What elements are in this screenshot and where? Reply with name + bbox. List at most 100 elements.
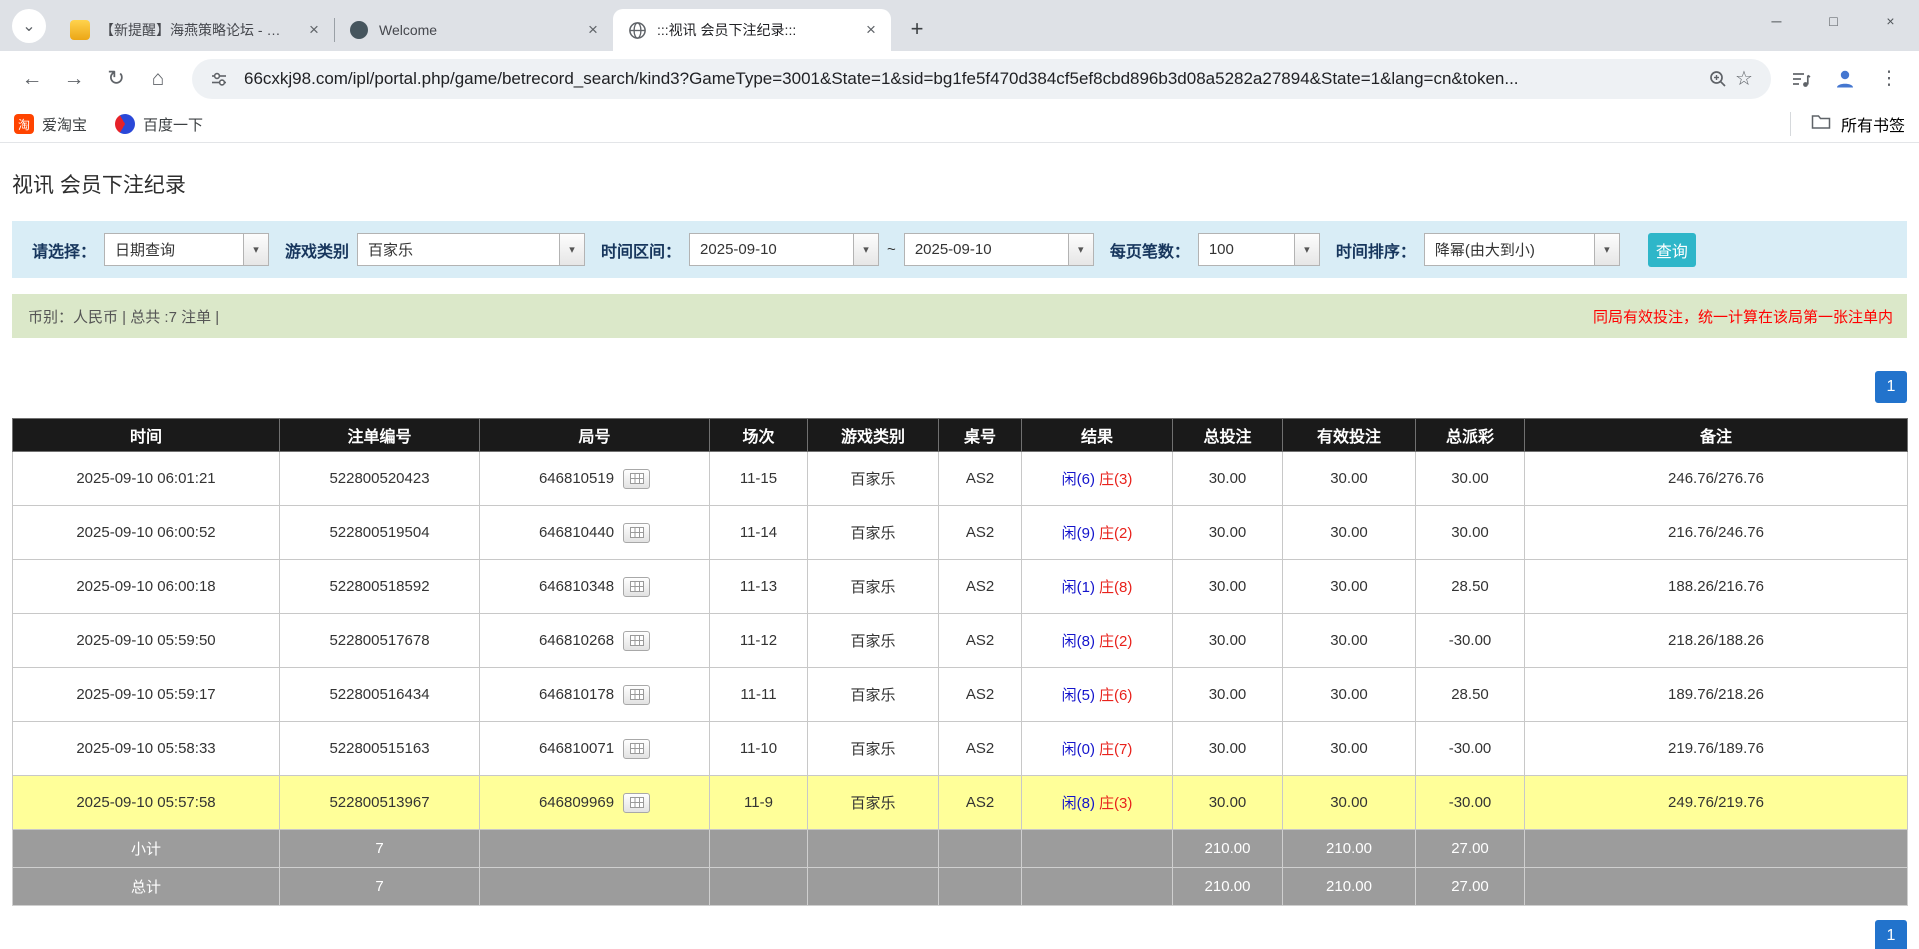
bet-records-table: 时间 注单编号 局号 场次 游戏类别 桌号 结果 总投注 有效投注 总派彩 备注…	[12, 418, 1908, 906]
browser-menu-icon[interactable]: ⋮	[1871, 61, 1907, 97]
subtotal-valid-bet: 210.00	[1283, 830, 1416, 868]
game-category-select[interactable]: 百家乐 ▾	[357, 233, 585, 266]
summary-bar: 币别：人民币 | 总共 :7 注单 | 同局有效投注，统一计算在该局第一张注单内	[12, 294, 1907, 338]
cell-result: 闲(9)庄(2)	[1022, 506, 1173, 560]
bookmark-star-icon[interactable]: ☆	[1731, 66, 1757, 91]
pagination-bottom: 1	[12, 920, 1907, 949]
cell-session: 11-9	[710, 776, 808, 830]
cell-payout: -30.00	[1416, 776, 1525, 830]
media-controls-icon[interactable]	[1783, 61, 1819, 97]
cell-valid-bet: 30.00	[1283, 452, 1416, 506]
tab-bet-records-active[interactable]: :::视讯 会员下注纪录::: ×	[613, 9, 891, 51]
round-detail-icon[interactable]	[623, 577, 650, 597]
cell-valid-bet: 30.00	[1283, 560, 1416, 614]
cell-valid-bet: 30.00	[1283, 668, 1416, 722]
round-detail-icon[interactable]	[623, 631, 650, 651]
tab-search-button[interactable]: ⌄	[12, 9, 46, 43]
subtotal-label: 小计	[13, 830, 280, 868]
game-category-label: 游戏类别	[285, 238, 349, 262]
header-payout: 总派彩	[1416, 419, 1525, 452]
cell-payout: -30.00	[1416, 614, 1525, 668]
cell-time: 2025-09-10 05:59:50	[13, 614, 280, 668]
result-player: 闲(1)	[1062, 579, 1095, 596]
cell-table-number: AS2	[939, 722, 1022, 776]
date-from-select[interactable]: 2025-09-10 ▾	[689, 233, 879, 266]
header-total-bet: 总投注	[1173, 419, 1283, 452]
round-detail-icon[interactable]	[623, 739, 650, 759]
bet-row: 2025-09-10 05:57:58 522800513967 6468099…	[13, 776, 1908, 830]
round-detail-icon[interactable]	[623, 685, 650, 705]
cell-game-type: 百家乐	[808, 614, 939, 668]
cell-table-number: AS2	[939, 668, 1022, 722]
result-player: 闲(6)	[1062, 471, 1095, 488]
cell-note: 188.26/216.76	[1525, 560, 1908, 614]
close-tab-icon[interactable]: ×	[304, 20, 324, 40]
result-player: 闲(5)	[1062, 687, 1095, 704]
cell-bet-id: 522800517678	[280, 614, 480, 668]
cell-time: 2025-09-10 06:01:21	[13, 452, 280, 506]
result-player: 闲(8)	[1062, 795, 1095, 812]
round-number: 646810178	[539, 686, 614, 703]
close-tab-icon[interactable]: ×	[861, 20, 881, 40]
dropdown-arrow-icon: ▾	[1594, 234, 1619, 265]
page-content: 视讯 会员下注纪录 请选择： 日期查询 ▾ 游戏类别 百家乐 ▾ 时间区间： 2…	[0, 169, 1919, 949]
close-window-button[interactable]: ×	[1862, 0, 1919, 42]
round-detail-icon[interactable]	[623, 523, 650, 543]
bookmark-taobao[interactable]: 淘 爱淘宝	[14, 114, 87, 135]
cell-session: 11-14	[710, 506, 808, 560]
cell-result: 闲(1)庄(8)	[1022, 560, 1173, 614]
page-title: 视讯 会员下注纪录	[12, 169, 1907, 199]
subtotal-total-bet: 210.00	[1173, 830, 1283, 868]
divider	[1790, 112, 1791, 136]
cell-time: 2025-09-10 06:00:52	[13, 506, 280, 560]
baidu-icon	[115, 114, 135, 134]
back-button[interactable]: ←	[12, 59, 52, 99]
date-to-select[interactable]: 2025-09-10 ▾	[904, 233, 1094, 266]
all-bookmarks[interactable]: 所有书签	[1790, 112, 1905, 136]
cell-time: 2025-09-10 06:00:18	[13, 560, 280, 614]
cell-time: 2025-09-10 05:57:58	[13, 776, 280, 830]
cell-bet-id: 522800515163	[280, 722, 480, 776]
round-detail-icon[interactable]	[623, 469, 650, 489]
site-settings-icon[interactable]	[206, 70, 232, 88]
page-1-button[interactable]: 1	[1875, 371, 1907, 403]
sort-select[interactable]: 降幂(由大到小) ▾	[1424, 233, 1620, 266]
profile-avatar-icon[interactable]	[1827, 61, 1863, 97]
cell-time: 2025-09-10 05:59:17	[13, 668, 280, 722]
cell-note: 218.26/188.26	[1525, 614, 1908, 668]
home-button[interactable]: ⌂	[138, 59, 178, 99]
header-result: 结果	[1022, 419, 1173, 452]
search-button[interactable]: 查询	[1648, 233, 1696, 267]
new-tab-button[interactable]: +	[901, 13, 933, 45]
address-bar[interactable]: 66cxkj98.com/ipl/portal.php/game/betreco…	[192, 59, 1771, 99]
bookmark-baidu[interactable]: 百度一下	[115, 114, 203, 135]
cell-total-bet: 30.00	[1173, 506, 1283, 560]
notice-text: 同局有效投注，统一计算在该局第一张注单内	[1593, 306, 1893, 327]
forum-favicon-icon	[70, 20, 90, 40]
page-size-select[interactable]: 100 ▾	[1198, 233, 1320, 266]
round-number: 646810071	[539, 740, 614, 757]
tab-welcome[interactable]: Welcome ×	[335, 9, 613, 51]
refresh-button[interactable]: ↻	[96, 59, 136, 99]
bet-row: 2025-09-10 05:58:33 522800515163 6468100…	[13, 722, 1908, 776]
round-detail-icon[interactable]	[623, 793, 650, 813]
tab-title: :::视讯 会员下注纪录:::	[657, 20, 851, 40]
forward-button[interactable]: →	[54, 59, 94, 99]
query-type-select[interactable]: 日期查询 ▾	[104, 233, 269, 266]
globe-favicon-icon	[627, 20, 647, 40]
result-banker: 庄(7)	[1099, 741, 1132, 758]
header-valid-bet: 有效投注	[1283, 419, 1416, 452]
maximize-button[interactable]: □	[1805, 0, 1862, 42]
window-controls: ─ □ ×	[1748, 0, 1919, 42]
minimize-button[interactable]: ─	[1748, 0, 1805, 42]
cell-round: 646810268	[480, 614, 710, 668]
cell-total-bet: 30.00	[1173, 776, 1283, 830]
page-1-button[interactable]: 1	[1875, 920, 1907, 949]
tab-strip: ⌄ 【新提醒】海燕策略论坛 - 综合 × Welcome × :::视讯 会员下…	[0, 0, 1919, 51]
tab-forum[interactable]: 【新提醒】海燕策略论坛 - 综合 ×	[56, 9, 334, 51]
result-player: 闲(8)	[1062, 633, 1095, 650]
total-row: 总计 7 210.00 210.00 27.00	[13, 868, 1908, 906]
zoom-icon[interactable]	[1705, 69, 1731, 89]
cell-game-type: 百家乐	[808, 776, 939, 830]
close-tab-icon[interactable]: ×	[583, 20, 603, 40]
